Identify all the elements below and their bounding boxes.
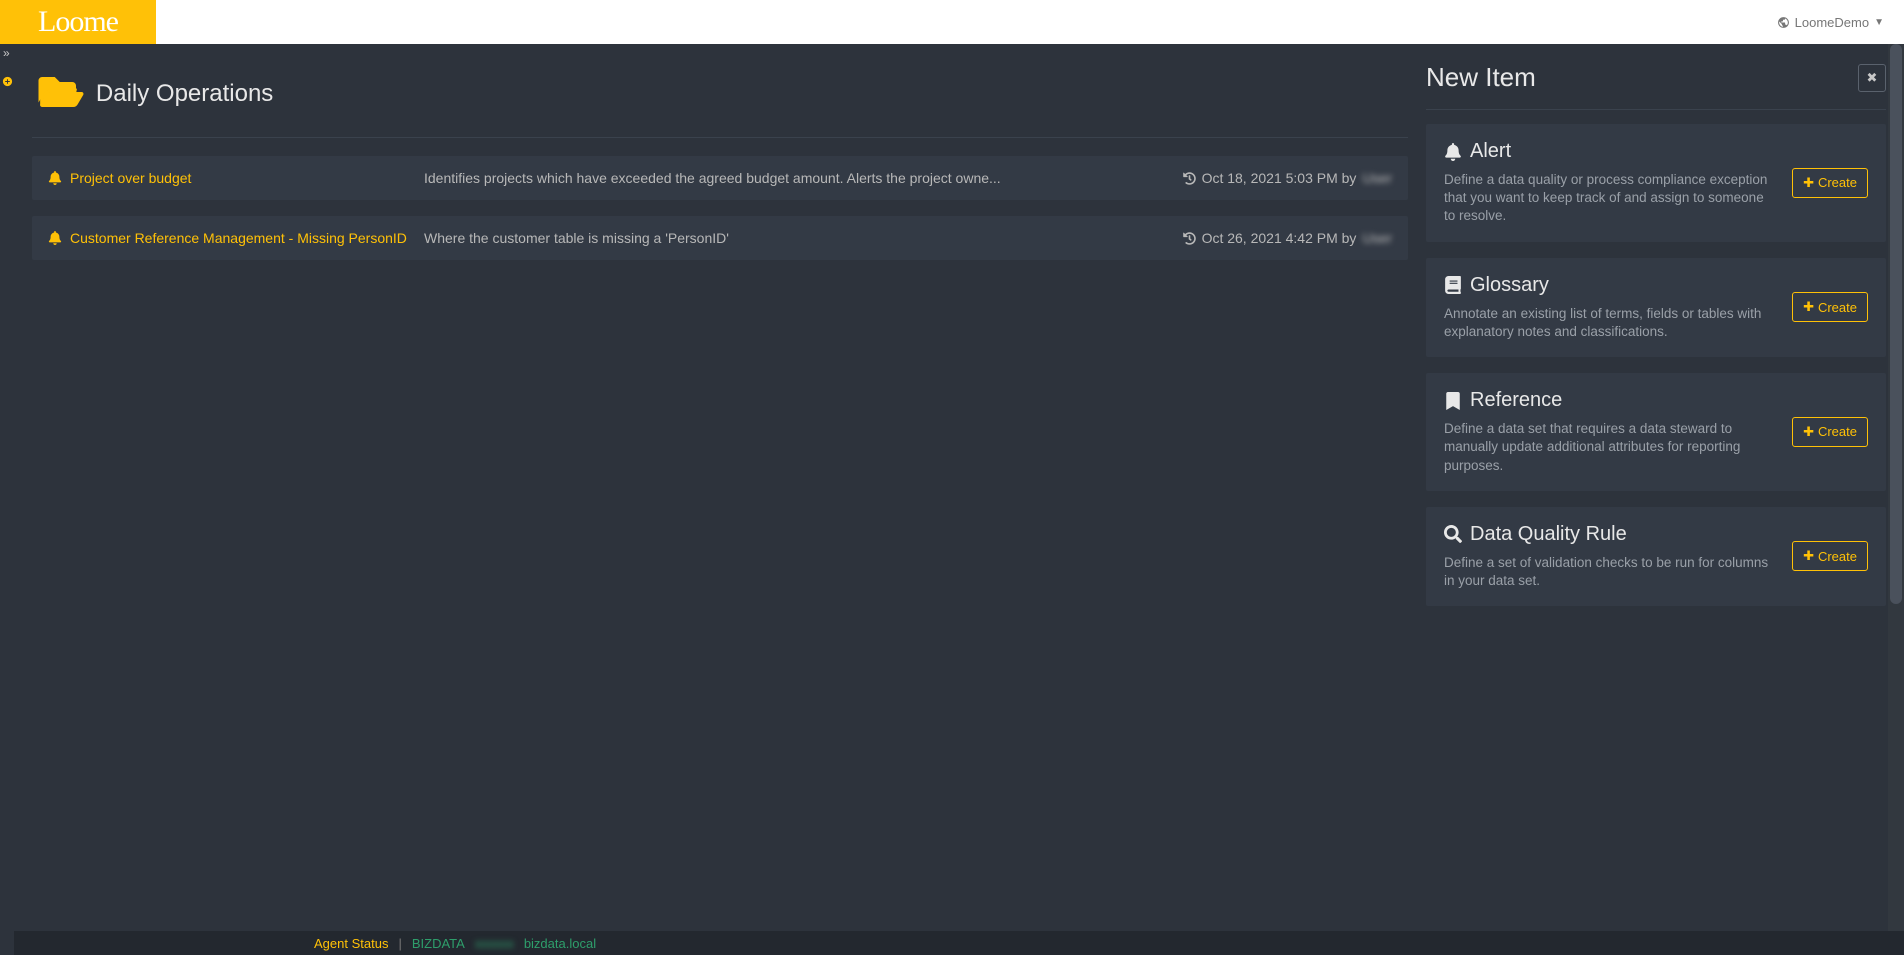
item-name-cell: Project over budget xyxy=(48,170,424,186)
tenant-dropdown[interactable]: LoomeDemo ▼ xyxy=(1777,15,1884,30)
create-glossary-button[interactable]: ✚ Create xyxy=(1792,292,1868,322)
card-title: Reference xyxy=(1470,389,1562,412)
page-title: Daily Operations xyxy=(96,80,273,108)
agent-status-label: Agent Status xyxy=(314,936,388,951)
close-icon: ✖ xyxy=(1867,70,1878,86)
button-label: Create xyxy=(1818,300,1857,315)
add-button[interactable] xyxy=(0,62,14,90)
tenant-name: LoomeDemo xyxy=(1795,15,1869,30)
agent-name-redacted: xxxxxx xyxy=(475,936,514,951)
item-description: Where the customer table is missing a 'P… xyxy=(424,230,1183,246)
card-title: Data Quality Rule xyxy=(1470,523,1627,546)
history-icon xyxy=(1183,232,1196,245)
logo[interactable]: Loome xyxy=(0,0,156,44)
globe-icon xyxy=(1777,16,1790,29)
item-timestamp: Oct 18, 2021 5:03 PM by xyxy=(1202,170,1357,186)
card-description: Define a data quality or process complia… xyxy=(1444,171,1776,226)
create-reference-button[interactable]: ✚ Create xyxy=(1792,417,1868,447)
create-alert-button[interactable]: ✚ Create xyxy=(1792,168,1868,198)
item-name: Project over budget xyxy=(70,170,191,186)
new-item-card-reference: Reference Define a data set that require… xyxy=(1426,373,1886,491)
bell-icon xyxy=(48,171,62,185)
button-label: Create xyxy=(1818,549,1857,564)
agent-host: bizdata.local xyxy=(524,936,596,951)
new-item-card-dq-rule: Data Quality Rule Define a set of valida… xyxy=(1426,507,1886,606)
history-icon xyxy=(1183,172,1196,185)
app-header: Loome LoomeDemo ▼ xyxy=(0,0,1904,44)
card-title: Alert xyxy=(1470,140,1511,163)
item-description: Identifies projects which have exceeded … xyxy=(424,170,1183,186)
card-description: Define a set of validation checks to be … xyxy=(1444,554,1776,590)
list-item[interactable]: Customer Reference Management - Missing … xyxy=(32,216,1408,260)
create-dq-rule-button[interactable]: ✚ Create xyxy=(1792,541,1868,571)
folder-open-icon xyxy=(32,72,86,115)
close-panel-button[interactable]: ✖ xyxy=(1858,64,1886,92)
new-item-card-alert: Alert Define a data quality or process c… xyxy=(1426,124,1886,242)
divider xyxy=(32,137,1408,138)
agent-name: BIZDATA xyxy=(412,936,465,951)
divider xyxy=(1426,109,1886,110)
search-icon xyxy=(1444,525,1462,543)
item-timestamp: Oct 26, 2021 4:42 PM by xyxy=(1202,230,1357,246)
main-area: Daily Operations Project over budget Ide… xyxy=(14,44,1904,931)
book-icon xyxy=(1444,276,1462,294)
scrollbar[interactable] xyxy=(1888,44,1904,931)
plus-icon: ✚ xyxy=(1803,548,1814,564)
button-label: Create xyxy=(1818,175,1857,190)
button-label: Create xyxy=(1818,424,1857,439)
list-item[interactable]: Project over budget Identifies projects … xyxy=(32,156,1408,200)
caret-down-icon: ▼ xyxy=(1874,17,1884,28)
plus-icon: ✚ xyxy=(1803,424,1814,440)
item-meta: Oct 18, 2021 5:03 PM by User xyxy=(1183,170,1392,186)
card-description: Annotate an existing list of terms, fiel… xyxy=(1444,305,1776,341)
item-meta: Oct 26, 2021 4:42 PM by User xyxy=(1183,230,1392,246)
new-item-card-glossary: Glossary Annotate an existing list of te… xyxy=(1426,258,1886,357)
card-description: Define a data set that requires a data s… xyxy=(1444,420,1776,475)
item-name-cell: Customer Reference Management - Missing … xyxy=(48,230,424,246)
panel-title: New Item xyxy=(1426,62,1536,93)
card-title: Glossary xyxy=(1470,274,1549,297)
plus-circle-icon xyxy=(2,76,13,87)
plus-icon: ✚ xyxy=(1803,299,1814,315)
expand-sidebar-button[interactable]: » xyxy=(0,44,14,62)
bookmark-icon xyxy=(1444,392,1462,410)
item-name: Customer Reference Management - Missing … xyxy=(70,230,407,246)
sidebar-collapsed: » xyxy=(0,44,14,955)
plus-icon: ✚ xyxy=(1803,175,1814,191)
item-author: User xyxy=(1362,170,1392,186)
status-bar: Agent Status | BIZDATA xxxxxx bizdata.loc… xyxy=(0,931,1904,955)
page-title-row: Daily Operations xyxy=(32,72,1408,127)
panel-header: New Item ✖ xyxy=(1426,62,1886,101)
scrollbar-thumb[interactable] xyxy=(1890,44,1902,604)
item-author: User xyxy=(1362,230,1392,246)
logo-text: Loome xyxy=(38,5,118,39)
bell-icon xyxy=(48,231,62,245)
separator: | xyxy=(398,936,401,951)
bell-icon xyxy=(1444,143,1462,161)
new-item-panel: New Item ✖ Alert Define a data quality o… xyxy=(1426,44,1904,931)
content: Daily Operations Project over budget Ide… xyxy=(14,44,1426,931)
